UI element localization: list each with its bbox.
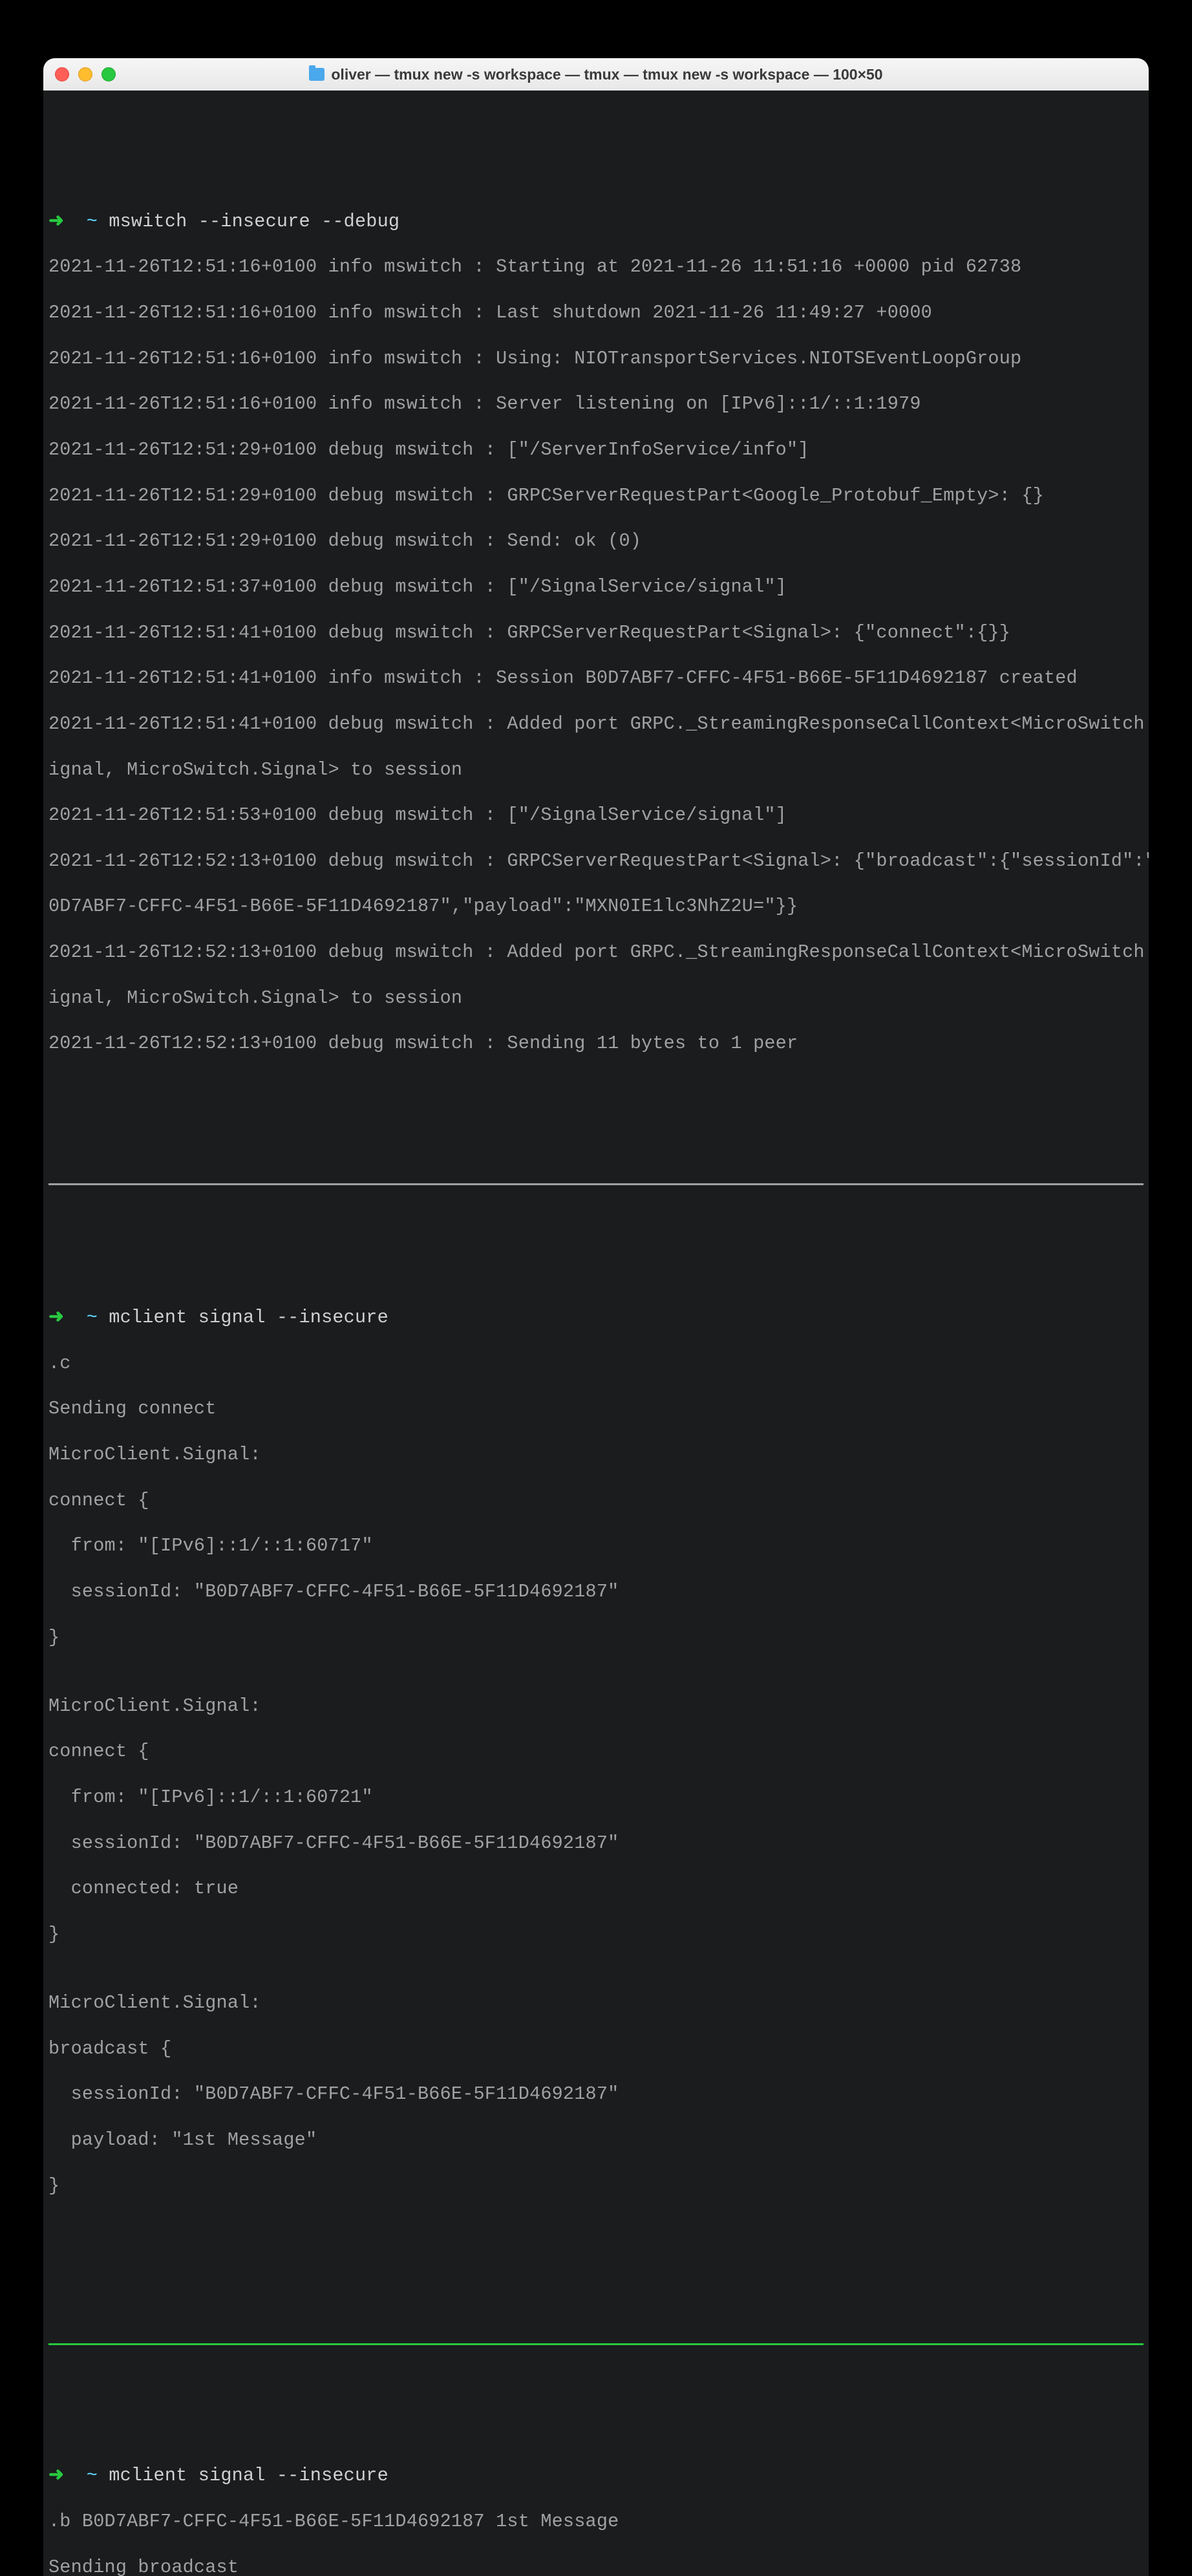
window-title: oliver — tmux new -s workspace — tmux — … xyxy=(331,66,882,83)
prompt-tilde: ~ xyxy=(87,211,98,232)
prompt-tilde: ~ xyxy=(87,1307,98,1328)
log-line: 2021-11-26T12:51:41+0100 debug mswitch :… xyxy=(48,621,1144,644)
output-line: } xyxy=(48,1923,1144,1946)
log-line: 2021-11-26T12:51:29+0100 debug mswitch :… xyxy=(48,438,1144,461)
window-titlebar: oliver — tmux new -s workspace — tmux — … xyxy=(43,58,1149,91)
minimize-icon[interactable] xyxy=(78,67,92,81)
output-line: .c xyxy=(48,1352,1144,1375)
log-line: 2021-11-26T12:52:13+0100 debug mswitch :… xyxy=(48,1032,1144,1055)
close-icon[interactable] xyxy=(55,67,69,81)
output-line: payload: "1st Message" xyxy=(48,2129,1144,2151)
terminal-body[interactable]: ➜ ~ mswitch --insecure --debug 2021-11-2… xyxy=(43,91,1149,2576)
log-line: 2021-11-26T12:51:41+0100 info mswitch : … xyxy=(48,667,1144,689)
output-line: connect { xyxy=(48,1489,1144,1512)
log-line: 2021-11-26T12:52:13+0100 debug mswitch :… xyxy=(48,941,1144,963)
output-line: sessionId: "B0D7ABF7-CFFC-4F51-B66E-5F11… xyxy=(48,1832,1144,1854)
log-line: 2021-11-26T12:51:16+0100 info mswitch : … xyxy=(48,301,1144,324)
output-line: sessionId: "B0D7ABF7-CFFC-4F51-B66E-5F11… xyxy=(48,2083,1144,2105)
output-line: .b B0D7ABF7-CFFC-4F51-B66E-5F11D4692187 … xyxy=(48,2510,1144,2533)
log-line: 2021-11-26T12:51:16+0100 info mswitch : … xyxy=(48,255,1144,278)
tmux-pane-3[interactable]: ➜ ~ mclient signal --insecure .b B0D7ABF… xyxy=(48,2418,1144,2576)
output-line: from: "[IPv6]::1/::1:60721" xyxy=(48,1786,1144,1809)
log-line: 2021-11-26T12:51:29+0100 debug mswitch :… xyxy=(48,530,1144,552)
log-line: 0D7ABF7-CFFC-4F51-B66E-5F11D4692187","pa… xyxy=(48,895,1144,918)
log-line: ignal, MicroSwitch.Signal> to session xyxy=(48,987,1144,1009)
output-line: connected: true xyxy=(48,1877,1144,1900)
tmux-pane-2[interactable]: ➜ ~ mclient signal --insecure .c Sending… xyxy=(48,1259,1144,2269)
log-line: 2021-11-26T12:51:41+0100 debug mswitch :… xyxy=(48,713,1144,735)
output-line: MicroClient.Signal: xyxy=(48,1991,1144,2014)
log-line: 2021-11-26T12:51:53+0100 debug mswitch :… xyxy=(48,804,1144,826)
log-line: 2021-11-26T12:51:29+0100 debug mswitch :… xyxy=(48,484,1144,507)
pane-divider-active[interactable] xyxy=(48,2343,1144,2345)
tmux-pane-1[interactable]: ➜ ~ mswitch --insecure --debug 2021-11-2… xyxy=(48,163,1144,1104)
output-line: MicroClient.Signal: xyxy=(48,1695,1144,1717)
folder-icon xyxy=(309,68,325,81)
prompt-arrow: ➜ xyxy=(48,211,64,232)
output-line: from: "[IPv6]::1/::1:60717" xyxy=(48,1534,1144,1557)
log-line: 2021-11-26T12:51:16+0100 info mswitch : … xyxy=(48,392,1144,415)
log-line: 2021-11-26T12:52:13+0100 debug mswitch :… xyxy=(48,850,1144,872)
output-line: } xyxy=(48,2174,1144,2197)
window-controls xyxy=(55,67,116,81)
prompt-arrow: ➜ xyxy=(48,1307,64,1328)
pane-divider[interactable] xyxy=(48,1183,1144,1185)
output-line: Sending connect xyxy=(48,1397,1144,1420)
output-line: connect { xyxy=(48,1740,1144,1763)
log-line: 2021-11-26T12:51:37+0100 debug mswitch :… xyxy=(48,575,1144,598)
terminal-window: oliver — tmux new -s workspace — tmux — … xyxy=(43,58,1149,2576)
window-title-wrap: oliver — tmux new -s workspace — tmux — … xyxy=(43,66,1149,83)
zoom-icon[interactable] xyxy=(101,67,116,81)
output-line: Sending broadcast xyxy=(48,2556,1144,2576)
command-text: mclient signal --insecure xyxy=(109,1307,388,1328)
command-text: mclient signal --insecure xyxy=(109,2465,388,2486)
command-text: mswitch --insecure --debug xyxy=(109,211,399,232)
output-line: sessionId: "B0D7ABF7-CFFC-4F51-B66E-5F11… xyxy=(48,1580,1144,1603)
log-line: ignal, MicroSwitch.Signal> to session xyxy=(48,758,1144,781)
prompt-tilde: ~ xyxy=(87,2465,98,2486)
output-line: } xyxy=(48,1626,1144,1649)
prompt-arrow: ➜ xyxy=(48,2465,64,2486)
output-line: MicroClient.Signal: xyxy=(48,1443,1144,1466)
output-line: broadcast { xyxy=(48,2037,1144,2060)
log-line: 2021-11-26T12:51:16+0100 info mswitch : … xyxy=(48,347,1144,370)
